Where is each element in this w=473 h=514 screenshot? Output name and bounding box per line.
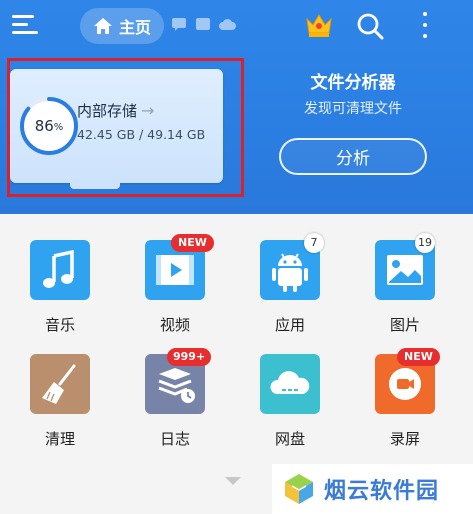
- more-options-icon[interactable]: [418, 10, 432, 40]
- analyze-button[interactable]: 分析: [279, 138, 427, 175]
- category-label: 日志: [159, 430, 190, 448]
- chevron-down-icon[interactable]: [224, 476, 242, 486]
- home-icon: [94, 18, 112, 34]
- header: 主页 86% 内部存储 → 42.45 GB / 49.14 GB 文件分析器 …: [0, 0, 473, 214]
- top-bar: 主页: [0, 0, 473, 52]
- new-badge: NEW: [397, 348, 440, 366]
- category-label: 应用: [274, 316, 305, 334]
- category-label: 图片: [389, 316, 420, 334]
- music-icon: [43, 249, 74, 288]
- broom-icon: [42, 364, 76, 404]
- images-count-badge: 19: [415, 233, 435, 253]
- category-label: 清理: [44, 430, 75, 448]
- category-label: 音乐: [44, 316, 75, 334]
- category-label: 视频: [159, 316, 190, 334]
- file-analyzer-title: 文件分析器: [310, 73, 396, 93]
- apps-count-badge: 7: [304, 233, 324, 253]
- home-tab-label: 主页: [119, 18, 152, 37]
- new-badge: NEW: [171, 234, 214, 252]
- category-images[interactable]: 19 图片: [357, 233, 457, 350]
- cloud-small-icon[interactable]: [219, 18, 236, 31]
- category-music[interactable]: 音乐: [12, 240, 112, 350]
- chat-icon[interactable]: [172, 18, 186, 31]
- menu-icon[interactable]: [12, 12, 42, 38]
- category-cloud-drive[interactable]: 网盘: [242, 354, 342, 464]
- highlight-annotation-box: [7, 58, 244, 197]
- category-video[interactable]: NEW 视频: [127, 234, 227, 350]
- category-clean[interactable]: 清理: [12, 354, 112, 464]
- category-apps[interactable]: 7 应用: [242, 233, 342, 350]
- cloud-icon: [270, 371, 310, 394]
- category-screen-record[interactable]: NEW 录屏: [357, 348, 457, 464]
- watermark-logo-icon: [285, 474, 313, 504]
- watermark: 烟云软件园: [272, 464, 473, 514]
- log-count-badge: 999+: [167, 348, 212, 366]
- category-label: 录屏: [389, 430, 420, 448]
- watermark-text: 烟云软件园: [324, 479, 440, 504]
- category-label: 网盘: [274, 430, 305, 448]
- file-analyzer-subtitle: 发现可清理文件: [304, 101, 402, 117]
- crown-icon[interactable]: [304, 11, 334, 39]
- category-logs[interactable]: 999+ 日志: [127, 348, 227, 464]
- window-icon[interactable]: [196, 18, 210, 31]
- tab-home[interactable]: 主页: [80, 8, 164, 44]
- search-icon[interactable]: [356, 12, 384, 40]
